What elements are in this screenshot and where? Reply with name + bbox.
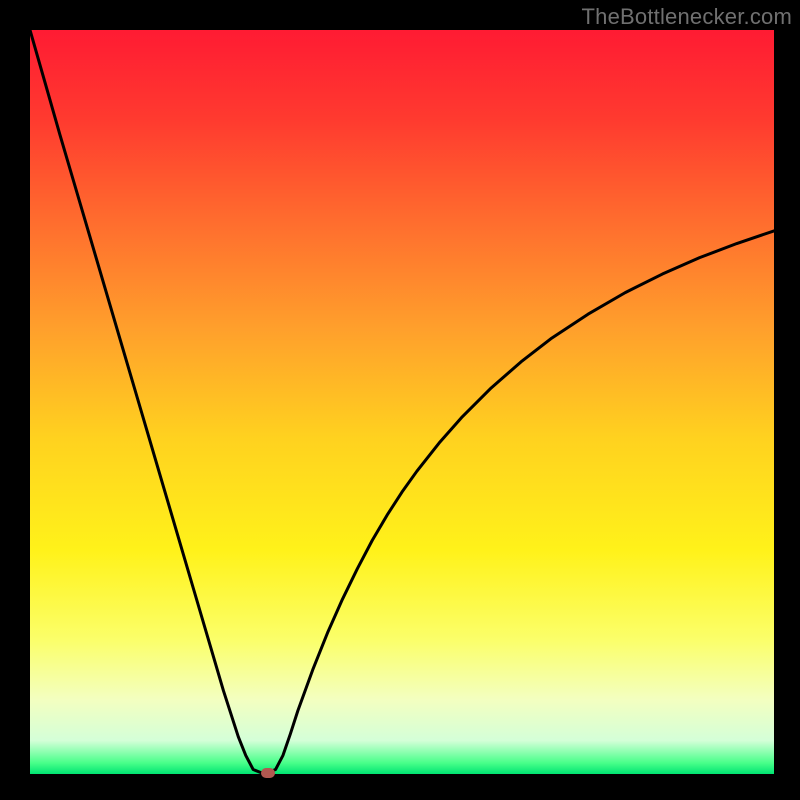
bottleneck-chart xyxy=(30,30,774,774)
chart-frame: TheBottlenecker.com xyxy=(0,0,800,800)
optimal-point-marker xyxy=(261,768,275,778)
chart-background xyxy=(30,30,774,774)
watermark-text: TheBottlenecker.com xyxy=(582,4,792,30)
